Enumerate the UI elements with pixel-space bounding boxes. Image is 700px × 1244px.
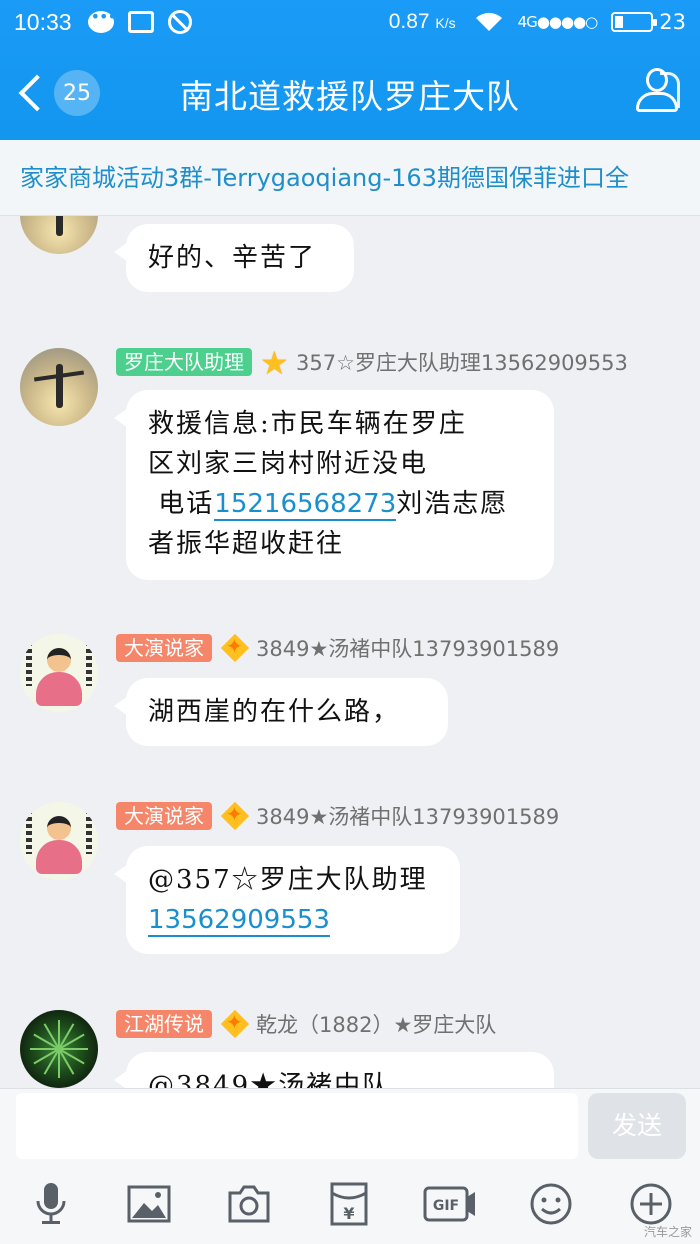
plus-icon[interactable] [626, 1179, 676, 1229]
sender-info: 罗庄大队助理 357☆罗庄大队助理13562909553 [116, 344, 628, 382]
svg-text:GIF: GIF [433, 1198, 459, 1214]
chevron-left-icon [18, 74, 56, 112]
sender-name[interactable]: 3849★汤褚中队13793901589 [256, 633, 559, 663]
sender-name[interactable]: 乾龙（1882）★罗庄大队 [256, 1009, 496, 1039]
diamond-level-icon [220, 1009, 250, 1039]
unread-count-badge: 25 [54, 70, 100, 116]
gif-icon[interactable]: GIF [422, 1179, 478, 1229]
svg-text:¥: ¥ [343, 1204, 354, 1223]
input-bar: 发送 ¥ GIF 汽车之家 [0, 1088, 700, 1244]
group-members-button[interactable] [630, 64, 684, 118]
emoji-icon[interactable] [526, 1179, 576, 1229]
status-time: 10:33 [14, 8, 72, 35]
message-bubble[interactable]: 好的、辛苦了 [114, 224, 354, 292]
member-title-badge: 大演说家 [116, 802, 212, 830]
battery-level: 23 [659, 10, 686, 34]
microphone-icon[interactable] [26, 1179, 76, 1229]
star-level-icon [260, 344, 290, 382]
chat-message-list[interactable]: 好的、辛苦了 罗庄大队助理 357☆罗庄大队助理13562909553 救援信息… [0, 216, 700, 1088]
do-not-disturb-icon [167, 10, 192, 34]
avatar[interactable] [20, 634, 98, 712]
message-bubble[interactable]: 救援信息:市民车辆在罗庄 区刘家三岗村附近没电 电话15216568273刘浩志… [114, 390, 554, 580]
sender-info: 江湖传说 乾龙（1882）★罗庄大队 [116, 1008, 496, 1040]
chat-notification-icon [87, 7, 116, 33]
image-icon[interactable] [124, 1179, 174, 1229]
battery-icon [611, 12, 658, 32]
message-bubble[interactable]: 湖西崖的在什么路， [114, 678, 448, 746]
sender-info: 大演说家 3849★汤褚中队13793901589 [116, 800, 559, 832]
avatar[interactable] [20, 1010, 98, 1088]
signal-icon: 4G●●●●○ [517, 13, 599, 31]
diamond-level-icon [220, 633, 250, 663]
message-input[interactable] [16, 1093, 578, 1159]
avatar[interactable] [20, 348, 98, 426]
sender-name[interactable]: 3849★汤褚中队13793901589 [256, 801, 559, 831]
send-button[interactable]: 发送 [588, 1093, 686, 1159]
watermark: 汽车之家 [643, 1225, 692, 1239]
red-packet-icon[interactable]: ¥ [324, 1179, 374, 1229]
group-notice-banner[interactable]: 家家商城活动3群-Terrygaoqiang-163期德国保菲进口全 [0, 140, 700, 216]
image-notification-icon [127, 11, 154, 33]
member-title-badge: 罗庄大队助理 [116, 348, 252, 376]
message-bubble[interactable]: @3849★汤褚中队 [114, 1052, 554, 1088]
top-bar: 10:33 0.87 K/s 4G●●●●○ 23 25 南北道救援队罗庄大队 [0, 0, 700, 140]
network-speed: 0.87 K/s [388, 10, 456, 33]
avatar[interactable] [20, 802, 98, 880]
diamond-level-icon [220, 801, 250, 831]
wifi-icon [474, 11, 504, 33]
camera-icon[interactable] [224, 1179, 274, 1229]
status-bar: 10:33 0.87 K/s 4G●●●●○ 23 [0, 0, 700, 44]
chat-title: 南北道救援队罗庄大队 [180, 77, 520, 116]
sender-info: 大演说家 3849★汤褚中队13793901589 [116, 632, 559, 664]
message-bubble[interactable]: @357☆罗庄大队助理 13562909553 [114, 846, 460, 954]
back-button[interactable]: 25 [14, 68, 104, 118]
phone-link[interactable]: 15216568273 [214, 489, 397, 521]
input-toolbar: ¥ GIF [0, 1179, 700, 1235]
avatar[interactable] [20, 216, 98, 254]
title-bar: 25 南北道救援队罗庄大队 [0, 44, 700, 140]
member-title-badge: 大演说家 [116, 634, 212, 662]
phone-link[interactable]: 13562909553 [148, 905, 330, 937]
member-title-badge: 江湖传说 [116, 1010, 212, 1038]
sender-name[interactable]: 357☆罗庄大队助理13562909553 [296, 347, 628, 377]
